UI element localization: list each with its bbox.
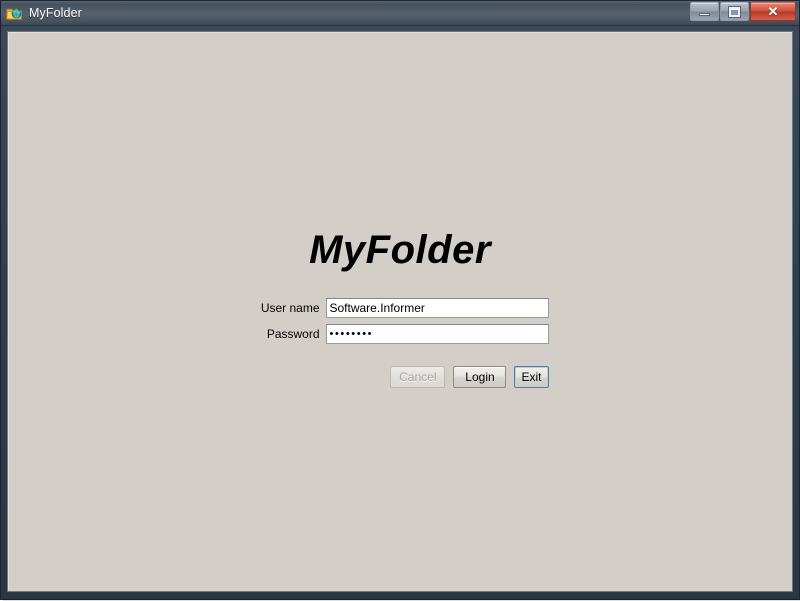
window-controls: ✕: [689, 2, 796, 23]
title-bar[interactable]: MyFolder ✕: [1, 1, 799, 26]
cancel-button-label: Cancel: [399, 370, 437, 384]
password-row: Password: [258, 324, 549, 344]
close-button[interactable]: ✕: [750, 2, 796, 21]
page-title: MyFolder: [309, 228, 491, 272]
minimize-icon: [699, 13, 710, 16]
username-label: User name: [260, 301, 320, 315]
client-area: MyFolder User name Password Cancel: [7, 31, 793, 592]
client-area-wrapper: MyFolder User name Password Cancel: [1, 26, 799, 599]
exit-button[interactable]: Exit: [514, 366, 549, 388]
login-button-label: Login: [465, 370, 495, 384]
exit-button-label: Exit: [521, 370, 542, 384]
maximize-button[interactable]: [720, 2, 749, 21]
button-row: Cancel Login Exit: [258, 366, 549, 388]
cancel-button[interactable]: Cancel: [390, 366, 446, 388]
login-panel: MyFolder User name Password Cancel: [8, 230, 792, 388]
username-row: User name: [258, 298, 549, 318]
titlebar-gloss: [1, 1, 799, 4]
window-title: MyFolder: [29, 6, 82, 20]
maximize-icon: [729, 6, 740, 17]
login-button[interactable]: Login: [453, 366, 507, 388]
close-icon: ✕: [767, 4, 779, 19]
login-form: User name Password Cancel Login: [258, 298, 549, 388]
folder-globe-icon: [6, 5, 23, 22]
password-input[interactable]: [325, 324, 549, 344]
password-label: Password: [266, 327, 320, 341]
username-input[interactable]: [325, 298, 549, 318]
minimize-button[interactable]: [690, 2, 719, 21]
application-window: MyFolder ✕ MyFolder User name Software.I…: [0, 0, 800, 601]
